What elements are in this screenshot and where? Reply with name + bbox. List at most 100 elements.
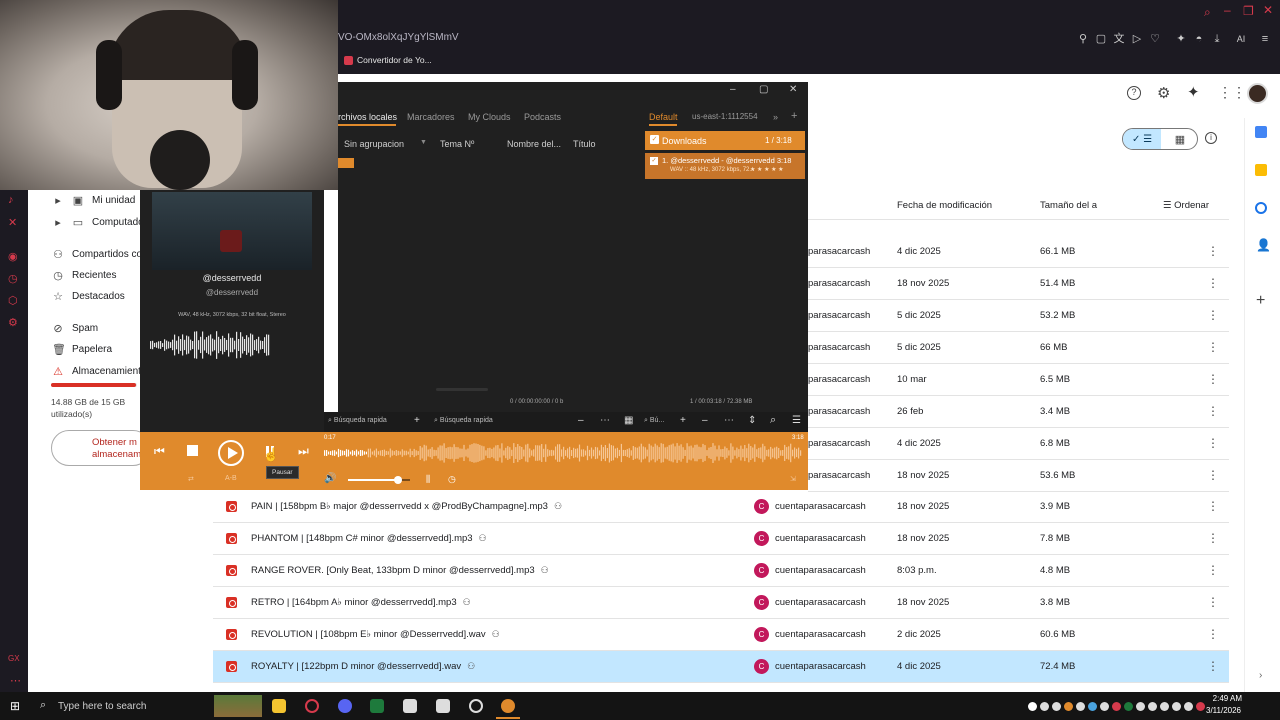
table-row[interactable]: RANGE ROVER. [Only Beat, 133bpm D minor … — [213, 555, 1229, 587]
file-name[interactable]: REVOLUTION | [108bpm E♭ minor @Desserrve… — [251, 629, 500, 640]
equalizer-icon[interactable]: ⫼ — [426, 474, 430, 485]
volume-knob[interactable] — [393, 476, 402, 484]
taskbar-search[interactable]: Type here to search — [58, 701, 146, 712]
more-actions-icon[interactable]: ⋮ — [1207, 244, 1219, 258]
table-row[interactable]: parasacarcash 18 nov 2025 53.6 MB ⋮ — [808, 460, 1229, 492]
table-row[interactable]: parasacarcash 4 dic 2025 6.8 MB ⋮ — [808, 428, 1229, 460]
windows-start-icon[interactable]: ⊞ — [10, 699, 20, 713]
volume-slider[interactable] — [348, 476, 410, 484]
nav-storage[interactable]: ⚠ Almacenamient — [52, 365, 141, 378]
more-actions-icon[interactable]: ⋮ — [1207, 468, 1219, 482]
extensions-icon[interactable]: ✦ — [1174, 32, 1188, 46]
group-selector[interactable]: Sin agrupacion — [344, 139, 404, 149]
col-header-modified[interactable]: Fecha de modificación — [897, 200, 992, 211]
search-playlist[interactable]: ⌕ Búsqueda rapida — [434, 417, 493, 425]
more-actions-icon[interactable]: ⋮ — [1207, 563, 1219, 577]
snapshot-icon[interactable]: ▢ — [1094, 32, 1108, 46]
gx-icon[interactable]: GX — [8, 654, 20, 663]
collapse-icon[interactable]: › — [1259, 670, 1262, 681]
more-icon[interactable]: ⋯ — [10, 674, 21, 687]
waveform-seekbar[interactable] — [324, 442, 802, 464]
add-icon[interactable]: + — [414, 415, 420, 426]
col-filename[interactable]: Nombre del... — [507, 139, 561, 149]
clock-date[interactable]: 3/11/2026 — [1206, 706, 1241, 715]
tray-icon[interactable] — [1112, 702, 1121, 711]
widget-image[interactable] — [214, 695, 262, 717]
table-row[interactable]: parasacarcash 26 feb 3.4 MB ⋮ — [808, 396, 1229, 428]
tab-podcasts[interactable]: Podcasts — [524, 112, 561, 122]
music-player-icon[interactable] — [501, 699, 515, 713]
file-name[interactable]: PHANTOM | [148bpm C# minor @desserrvedd]… — [251, 533, 487, 544]
table-row[interactable]: PAIN | [158bpm B♭ major @desserrvedd x @… — [213, 491, 1229, 523]
tray-icon[interactable] — [1028, 702, 1037, 711]
file-name[interactable]: RETRO | [164bpm A♭ minor @desserrvedd].m… — [251, 597, 471, 608]
tray-icon[interactable] — [1136, 702, 1145, 711]
tray-icon[interactable] — [1100, 702, 1109, 711]
player-maximize-icon[interactable]: ▢ — [759, 84, 768, 95]
add-addon-icon[interactable]: + — [1256, 292, 1265, 310]
grid-icon[interactable]: ▦ — [624, 415, 633, 426]
add-tab-icon[interactable]: + — [791, 110, 797, 122]
x-icon[interactable]: ✕ — [8, 216, 17, 229]
nav-recent[interactable]: ◷ Recientes — [52, 269, 116, 282]
nav-my-drive[interactable]: ▸ ▣ Mi unidad — [52, 194, 135, 207]
player-icon[interactable]: ◉ — [8, 250, 18, 263]
more-actions-icon[interactable]: ⋮ — [1207, 276, 1219, 290]
tray-icon[interactable] — [1184, 702, 1193, 711]
history-icon[interactable]: ◷ — [8, 272, 18, 285]
track-checkbox-icon[interactable]: ✓ — [650, 157, 658, 165]
more-actions-icon[interactable]: ⋮ — [1207, 404, 1219, 418]
nav-shared[interactable]: ⚇ Compartidos co — [52, 248, 142, 261]
tray-icon[interactable] — [1124, 702, 1133, 711]
app-icon-bolt[interactable] — [436, 699, 450, 713]
heart-icon[interactable]: ♡ — [1148, 32, 1162, 46]
file-name[interactable]: ROYALTY | [122bpm D minor @desserrvedd].… — [251, 661, 475, 672]
remove-icon[interactable]: – — [578, 415, 584, 426]
discord-icon[interactable] — [338, 699, 352, 713]
gemini-icon[interactable]: ✦ — [1187, 83, 1200, 101]
table-row[interactable]: parasacarcash 5 dic 2025 66 MB ⋮ — [808, 332, 1229, 364]
get-storage-button[interactable]: Obtener m almacenami — [51, 430, 151, 466]
ai-button[interactable]: AI — [1232, 32, 1250, 46]
translate-icon[interactable]: 文 — [1112, 32, 1126, 46]
close-icon[interactable]: ✕ — [1263, 3, 1273, 17]
address-bar[interactable]: VO-OMx8olXqJYgYlSMmV — [338, 32, 459, 43]
playlist-tab-cloud[interactable]: us-east-1:1112554 — [692, 112, 758, 121]
tray-icon[interactable] — [1064, 702, 1073, 711]
tray-icon[interactable] — [1088, 702, 1097, 711]
playlist-header[interactable]: ✓ Downloads 1 / 3:18 — [645, 131, 805, 150]
play-button[interactable] — [218, 440, 244, 466]
info-icon[interactable]: i — [1205, 132, 1217, 144]
sort-button[interactable]: ☰ Ordenar — [1163, 200, 1209, 211]
sort-arrows-icon[interactable]: ⇕ — [748, 415, 756, 426]
volume-icon[interactable]: 🔊 — [324, 473, 336, 484]
app-icon-green[interactable] — [370, 699, 384, 713]
previous-icon[interactable]: ⏮ — [154, 444, 165, 459]
player-close-icon[interactable]: ✕ — [789, 84, 797, 95]
apps-grid-icon[interactable]: ⋮⋮ — [1218, 84, 1246, 101]
settings-icon[interactable]: ⚙ — [8, 316, 18, 329]
calendar-icon[interactable] — [1255, 126, 1267, 138]
nav-trash[interactable]: 🗑 Papelera — [52, 343, 112, 356]
playlist-tab-default[interactable]: Default — [649, 112, 678, 122]
list-scrollbar[interactable] — [436, 388, 488, 391]
checkbox-icon[interactable]: ✓ — [650, 135, 659, 144]
player-minimize-icon[interactable]: – — [730, 84, 736, 95]
timer-icon[interactable]: ◷ — [448, 474, 456, 485]
table-row[interactable]: parasacarcash 10 mar 6.5 MB ⋮ — [808, 364, 1229, 396]
tray-icon[interactable] — [1052, 702, 1061, 711]
tab-local-files[interactable]: rchivos locales — [338, 112, 397, 122]
more-actions-icon[interactable]: ⋮ — [1207, 531, 1219, 545]
clock-time[interactable]: 2:49 AM — [1210, 694, 1242, 703]
table-row[interactable]: REVOLUTION | [108bpm E♭ minor @Desserrve… — [213, 619, 1229, 651]
rating-stars[interactable]: ★ ★ ★ ★ ★ — [750, 166, 784, 173]
more-actions-icon[interactable]: ⋮ — [1207, 627, 1219, 641]
more-actions-icon[interactable]: ⋮ — [1207, 499, 1219, 513]
vpn-icon[interactable]: ◓ — [1192, 32, 1206, 46]
menu-icon[interactable]: ≡ — [1258, 32, 1272, 46]
file-name[interactable]: PAIN | [158bpm B♭ major @desserrvedd x @… — [251, 501, 562, 512]
download-icon[interactable]: ⤓ — [1210, 32, 1224, 46]
list-view-button[interactable]: ✓ ☰ — [1123, 129, 1161, 149]
table-row[interactable]: PHANTOM | [148bpm C# minor @desserrvedd]… — [213, 523, 1229, 555]
tasks-icon[interactable] — [1255, 202, 1267, 214]
